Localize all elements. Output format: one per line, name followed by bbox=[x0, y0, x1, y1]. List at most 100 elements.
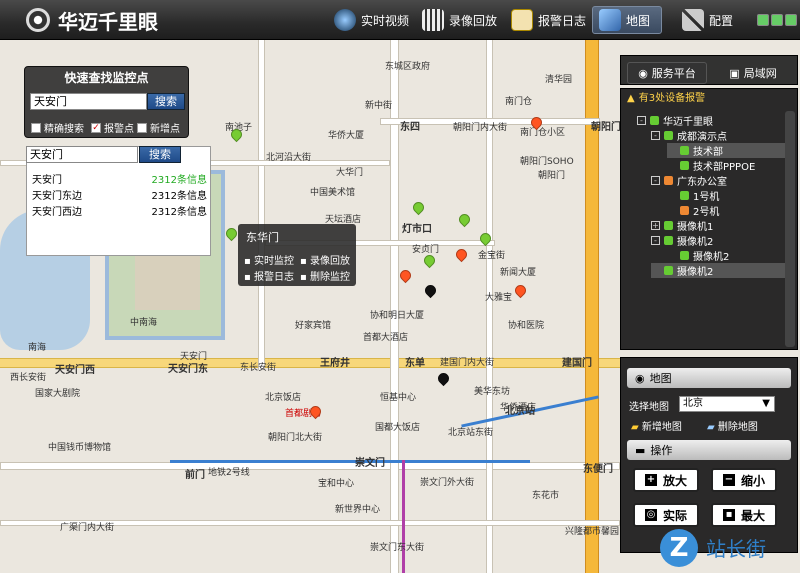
tree-scrollbar[interactable] bbox=[785, 111, 795, 347]
car-icon: ▬ bbox=[635, 443, 646, 457]
actual-size-button[interactable]: ◎ 实际 bbox=[633, 503, 699, 527]
offline-pin[interactable] bbox=[422, 282, 439, 299]
status-online-icon bbox=[664, 266, 673, 275]
quick-search-title: 快速查找监控点 bbox=[64, 71, 149, 85]
map-label: 好家宾馆 bbox=[295, 321, 332, 331]
offline-pin[interactable] bbox=[435, 370, 452, 387]
qianmen-street bbox=[0, 462, 620, 470]
map-label: 北京站东街 bbox=[448, 428, 494, 438]
camera-popup: 东华门 ▪ 实时监控 ▪ 录像回放 ▪ 报警日志 ▪ 删除监控 bbox=[238, 224, 356, 286]
exact-search-checkbox[interactable]: 精确搜索 bbox=[31, 120, 84, 135]
tree-node[interactable]: 2号机 bbox=[667, 203, 719, 218]
nav-map[interactable]: 地图 bbox=[592, 6, 662, 34]
new-point-checkbox[interactable]: 新增点 bbox=[137, 120, 180, 135]
camera-pin[interactable] bbox=[456, 211, 473, 228]
close-button[interactable] bbox=[785, 14, 797, 26]
map-label: 朝阳门内大街 bbox=[453, 123, 508, 133]
max-size-button[interactable]: ▪ 最大 bbox=[711, 503, 777, 527]
map-label: 地铁2号线 bbox=[208, 468, 250, 478]
map-label: 华侨大厦 bbox=[328, 131, 365, 141]
popup-live-monitor[interactable]: ▪ 实时监控 bbox=[244, 252, 294, 267]
map-label: 北河沿大街 bbox=[266, 153, 312, 163]
map-label: 东四 bbox=[400, 122, 420, 133]
search-input[interactable]: 天安门 bbox=[30, 93, 147, 110]
film-icon bbox=[422, 9, 444, 31]
status-online-icon bbox=[664, 236, 673, 245]
map-select[interactable]: 北京 ▼ bbox=[679, 396, 775, 412]
camera-icon: ◉ bbox=[635, 371, 645, 385]
map-label: 东便门 bbox=[583, 464, 613, 475]
quick-search-panel: 快速查找监控点 天安门 搜索 精确搜索 ✓ 报警点 新增点 bbox=[24, 66, 189, 138]
tree-node[interactable]: - 广东办公室 bbox=[651, 173, 727, 188]
tree-node[interactable]: 1号机 bbox=[667, 188, 719, 203]
nav-live-video[interactable]: 实时视频 bbox=[328, 6, 415, 34]
tree-node[interactable]: - 成都演示点 bbox=[651, 128, 727, 143]
alarm-pin[interactable] bbox=[512, 282, 529, 299]
status-online-icon bbox=[650, 116, 659, 125]
tab-service-platform[interactable]: ◉ 服务平台 bbox=[627, 62, 707, 84]
add-map-link[interactable]: ▰ 新增地图 bbox=[631, 418, 682, 433]
map-label: 崇文门外大街 bbox=[420, 478, 475, 488]
map-label: 恒基中心 bbox=[380, 393, 417, 403]
tab-lan[interactable]: ▣ 局域网 bbox=[713, 62, 793, 84]
log-icon bbox=[511, 9, 533, 31]
popup-delete-monitor[interactable]: ▪ 删除监控 bbox=[300, 268, 350, 283]
tree-node[interactable]: 技术部 bbox=[667, 143, 787, 158]
minimize-button[interactable] bbox=[757, 14, 769, 26]
tree-node[interactable]: + 摄像机1 bbox=[651, 218, 713, 233]
popup-alarm-log[interactable]: ▪ 报警日志 bbox=[244, 268, 294, 283]
status-online-icon bbox=[664, 221, 673, 230]
map-label: 朝阳门 bbox=[591, 122, 621, 133]
device-tree-panel: ▲ 有3处设备报警 - 华迈千里眼 - 成都演示点 技术部 技术部PPPOE - 广东办… bbox=[620, 88, 798, 350]
map-label: 南门仓小区 bbox=[520, 128, 566, 138]
camera-pin[interactable] bbox=[421, 252, 438, 269]
tree-node[interactable]: 摄像机2 bbox=[651, 263, 787, 278]
results-search-button[interactable]: 搜索 bbox=[139, 146, 181, 163]
zoom-in-button[interactable]: + 放大 bbox=[633, 468, 699, 492]
maximize-button[interactable] bbox=[771, 14, 783, 26]
result-row[interactable]: 天安门东边 2312条信息 bbox=[32, 187, 207, 203]
delete-map-link[interactable]: ▰ 删除地图 bbox=[707, 418, 758, 433]
map-label: 王府井 bbox=[320, 358, 350, 369]
map-label: 清华园 bbox=[545, 75, 573, 85]
fullscreen-icon: ▪ bbox=[722, 509, 735, 521]
alarm-pin[interactable] bbox=[453, 246, 470, 263]
platform-tabs: ◉ 服务平台 ▣ 局域网 bbox=[620, 55, 798, 85]
status-online-icon bbox=[680, 161, 689, 170]
nav-alarm-log[interactable]: 报警日志 bbox=[505, 6, 592, 34]
search-button[interactable]: 搜索 bbox=[147, 93, 185, 110]
map-label: 朝阳门 bbox=[538, 171, 566, 181]
result-row[interactable]: 天安门 2312条信息 bbox=[32, 171, 207, 187]
camera-pin[interactable] bbox=[410, 199, 427, 216]
tree-node[interactable]: - 华迈千里眼 bbox=[637, 113, 713, 128]
ops-section-header: ▬ 操作 bbox=[627, 440, 791, 460]
select-map-label: 选择地图 bbox=[629, 402, 669, 413]
nav-playback[interactable]: 录像回放 bbox=[416, 6, 503, 34]
status-online-icon bbox=[680, 251, 689, 260]
map-control-panel: ◉ 地图 选择地图 北京 ▼ ▰ 新增地图 ▰ 删除地图 ▬ 操作 + 放大 − 缩小 ◎… bbox=[620, 357, 798, 553]
status-online-icon bbox=[664, 131, 673, 140]
top-bar: 华迈千里眼 实时视频 录像回放 报警日志 地图 配置 bbox=[0, 0, 800, 40]
map-label: 大雅宝 bbox=[485, 293, 513, 303]
alarm-pin[interactable] bbox=[397, 267, 414, 284]
map-label: 北京站 bbox=[505, 406, 535, 417]
check-icon: ✓ bbox=[91, 122, 101, 133]
map-label: 首都大酒店 bbox=[363, 333, 409, 343]
map-label: 东城区政府 bbox=[385, 62, 431, 72]
alarm-point-checkbox[interactable]: ✓ 报警点 bbox=[91, 120, 134, 135]
computer-icon: ▣ bbox=[729, 66, 740, 80]
results-search-input[interactable]: 天安门 bbox=[26, 146, 138, 163]
map-label: 东花市 bbox=[532, 491, 560, 501]
globe-icon: ◉ bbox=[638, 66, 648, 80]
zoom-out-button[interactable]: − 缩小 bbox=[711, 468, 777, 492]
result-row[interactable]: 天安门西边 2312条信息 bbox=[32, 203, 207, 219]
map-label: 新闻大厦 bbox=[500, 268, 537, 278]
tree-node[interactable]: 摄像机2 bbox=[667, 248, 729, 263]
nav-config[interactable]: 配置 bbox=[676, 6, 739, 34]
nanheyan-street bbox=[258, 40, 265, 370]
tree-node[interactable]: 技术部PPPOE bbox=[667, 158, 755, 173]
tree-node[interactable]: - 摄像机2 bbox=[651, 233, 713, 248]
popup-playback[interactable]: ▪ 录像回放 bbox=[300, 252, 350, 267]
map-label: 安贞门 bbox=[412, 245, 440, 255]
camera-pin[interactable] bbox=[223, 225, 240, 242]
